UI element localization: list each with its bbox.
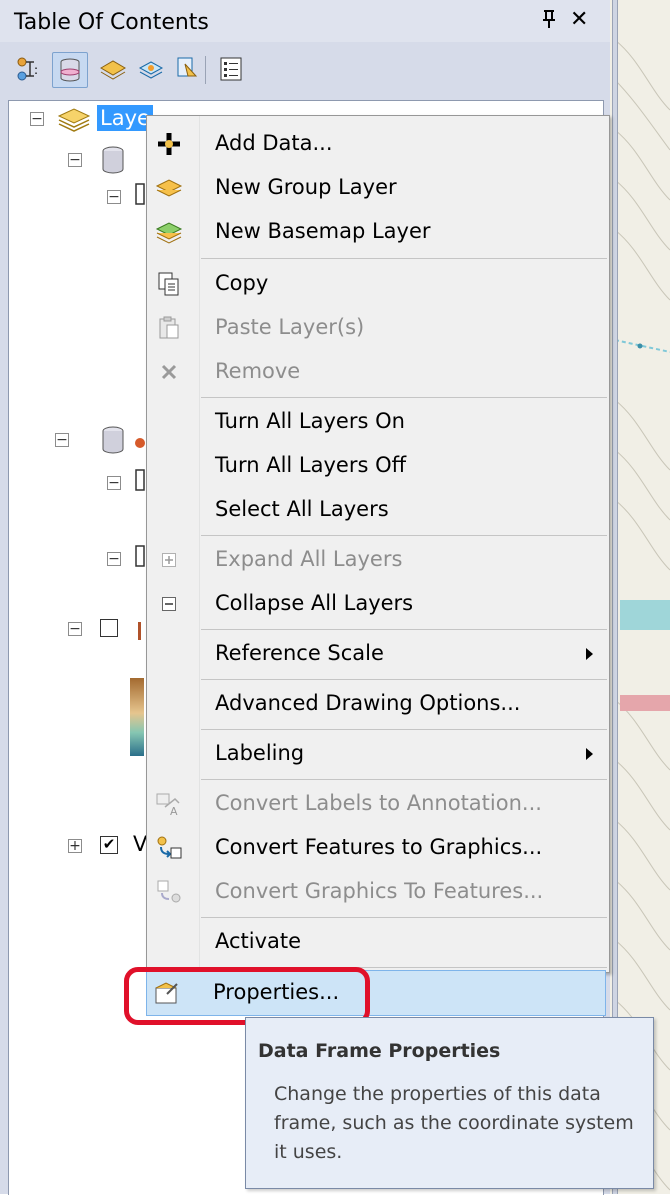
layer-checkbox[interactable]	[100, 619, 118, 637]
menu-item-new-group-layer[interactable]: New Group Layer	[149, 166, 607, 210]
menu-item-label: Convert Labels to Annotation...	[215, 791, 542, 815]
menu-item-label: Turn All Layers On	[215, 409, 405, 433]
menu-item-convert-graphics-to-features[interactable]: Convert Graphics To Features...	[149, 870, 607, 914]
layer-name-fragment	[134, 433, 146, 457]
menu-item-turn-all-layers-off[interactable]: Turn All Layers Off	[149, 444, 607, 488]
menu-item-copy[interactable]: Copy	[149, 262, 607, 306]
menu-item-paste-layers[interactable]: Paste Layer(s)	[149, 306, 607, 350]
menu-item-label: Add Data...	[215, 131, 333, 155]
panel-titlebar: Table Of Contents ✕	[0, 0, 610, 43]
menu-item-label: Turn All Layers Off	[215, 453, 407, 477]
menu-item-label: Activate	[215, 929, 302, 953]
expand-icon	[155, 546, 183, 574]
layer-checkbox[interactable]	[134, 182, 146, 210]
layer-selection-icon[interactable]	[170, 52, 204, 86]
menu-item-add-data[interactable]: Add Data...	[149, 122, 607, 166]
menu-item-label: Labeling	[215, 741, 305, 765]
menu-item-label: Paste Layer(s)	[215, 315, 365, 339]
menu-item-collapse-all-layers[interactable]: Collapse All Layers	[149, 582, 607, 626]
menu-item-label: Select All Layers	[215, 497, 389, 521]
toc-toolbar: :	[0, 42, 610, 96]
collapse-icon	[155, 590, 183, 618]
menu-item-expand-all-layers[interactable]: Expand All Layers	[149, 538, 607, 582]
collapse-button[interactable]: −	[107, 190, 121, 204]
submenu-arrow-icon	[586, 748, 593, 760]
data-frame-label[interactable]: Laye	[97, 105, 153, 131]
submenu-arrow-icon	[586, 648, 593, 660]
svg-text:A: A	[170, 805, 178, 817]
menu-item-new-basemap-layer[interactable]: New Basemap Layer	[149, 210, 607, 254]
tooltip: Data Frame Properties Change the propert…	[245, 1017, 654, 1189]
map-view[interactable]	[610, 0, 670, 1194]
menu-item-label: Convert Features to Graphics...	[215, 835, 543, 859]
svg-text::: :	[34, 63, 38, 77]
convert-graphics-icon	[155, 878, 183, 906]
collapse-button[interactable]: −	[68, 622, 82, 636]
menu-item-label: Expand All Layers	[215, 547, 403, 571]
options-icon[interactable]	[214, 52, 248, 86]
menu-item-advanced-drawing-options[interactable]: Advanced Drawing Options...	[149, 682, 607, 726]
add-data-icon	[155, 130, 183, 158]
menu-item-label: Reference Scale	[215, 641, 384, 665]
menu-item-label: New Basemap Layer	[215, 219, 431, 243]
database-icon	[98, 145, 128, 179]
menu-separator	[201, 779, 607, 780]
layer-checkbox[interactable]	[134, 544, 146, 572]
database-icon	[98, 425, 128, 459]
basemap-layer-icon	[155, 218, 183, 246]
map-contours	[614, 39, 670, 1191]
menu-item-label: Copy	[215, 271, 269, 295]
menu-item-remove[interactable]: Remove	[149, 350, 607, 394]
menu-item-label: Remove	[215, 359, 301, 383]
panel-splitter[interactable]	[612, 0, 618, 1194]
menu-separator	[201, 729, 607, 730]
menu-item-select-all-layers[interactable]: Select All Layers	[149, 488, 607, 532]
convert-labels-icon: A	[155, 790, 183, 818]
menu-separator	[201, 679, 607, 680]
close-icon[interactable]: ✕	[570, 7, 588, 32]
layer-checkbox-checked[interactable]: ✔	[100, 836, 118, 854]
collapse-button[interactable]: −	[107, 476, 121, 490]
layer-name-fragment	[134, 620, 146, 646]
menu-item-convert-labels-to-annotation[interactable]: A Convert Labels to Annotation...	[149, 782, 607, 826]
layer-checkbox[interactable]	[134, 468, 146, 496]
menu-separator	[201, 917, 607, 918]
convert-features-icon	[155, 834, 183, 862]
context-menu: Add Data... New Group Layer New Basemap …	[146, 115, 610, 973]
menu-item-label: Advanced Drawing Options...	[215, 691, 521, 715]
collapse-button[interactable]: −	[30, 112, 44, 126]
collapse-button[interactable]: −	[55, 433, 69, 447]
menu-separator	[201, 535, 607, 536]
menu-item-label: Convert Graphics To Features...	[215, 879, 544, 903]
raster-color-ramp	[130, 678, 144, 760]
remove-icon	[155, 358, 183, 386]
collapse-button[interactable]: −	[68, 153, 82, 167]
menu-item-label: Collapse All Layers	[215, 591, 414, 615]
menu-separator	[201, 397, 607, 398]
expand-button[interactable]: +	[68, 839, 82, 853]
tooltip-body: Change the properties of this data frame…	[274, 1083, 634, 1163]
copy-icon	[155, 270, 183, 298]
menu-item-turn-all-layers-on[interactable]: Turn All Layers On	[149, 400, 607, 444]
list-by-drawing-order-icon[interactable]: :	[12, 52, 46, 86]
layers-icon	[57, 106, 91, 136]
list-by-source-icon[interactable]	[52, 52, 88, 88]
list-by-selection-icon[interactable]	[134, 52, 168, 86]
toolbar-separator	[205, 56, 206, 84]
menu-item-activate[interactable]: Activate	[149, 920, 607, 964]
tooltip-title: Data Frame Properties	[258, 1040, 501, 1062]
menu-item-labeling[interactable]: Labeling	[149, 732, 607, 776]
panel-title: Table Of Contents	[14, 10, 209, 35]
list-by-visibility-icon[interactable]	[96, 52, 130, 86]
paste-icon	[155, 314, 183, 342]
menu-item-convert-features-to-graphics[interactable]: Convert Features to Graphics...	[149, 826, 607, 870]
menu-separator	[201, 629, 607, 630]
collapse-button[interactable]: −	[107, 552, 121, 566]
group-layer-icon	[155, 174, 183, 202]
pin-icon[interactable]	[541, 9, 557, 34]
menu-item-label: New Group Layer	[215, 175, 397, 199]
menu-item-reference-scale[interactable]: Reference Scale	[149, 632, 607, 676]
menu-separator	[201, 258, 607, 259]
